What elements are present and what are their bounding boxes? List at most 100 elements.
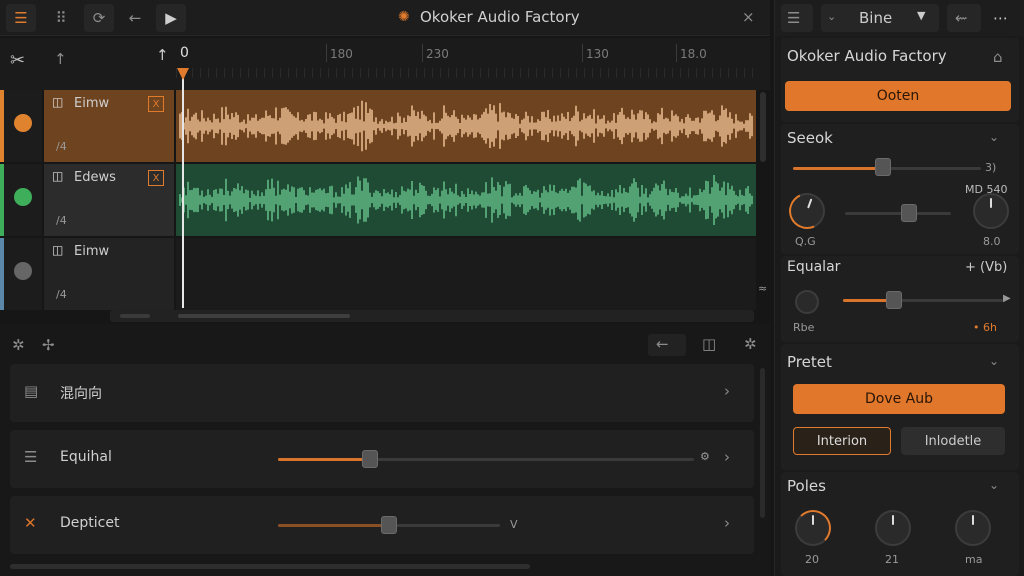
play-icon[interactable]: ▶ [156,4,186,32]
track-header[interactable]: ◫ Eimw X /4 [44,90,174,162]
seeok-slider2-track[interactable] [845,212,951,215]
track-lane[interactable] [176,164,756,236]
ruler-tick-label: 130 [586,47,609,61]
chevron-down-icon: ⌄ [827,10,837,23]
waveform-track-2 [179,175,753,225]
track-meter: /4 [56,288,67,301]
list-icon: ☰ [24,448,38,466]
poles-knob-1[interactable] [795,510,831,546]
ruler-tick-label: 180 [330,47,353,61]
seeok-right-knob-label: 8.0 [983,235,1001,248]
inspector-panel: ☰ ⌄ Bine ▼ ⇜ ⋯ Okoker Audio Factory ⌂ Oo… [774,0,1024,576]
mixer-row-label: Depticet [60,515,120,531]
equalizer-knob[interactable] [795,290,819,314]
track-lane[interactable] [176,90,756,162]
preset-select[interactable]: ⌄ Bine ▼ [821,4,939,32]
list-menu-icon[interactable]: ☰ [787,9,800,27]
track-meter: /4 [56,140,67,153]
chevron-down-icon[interactable]: ⌄ [989,130,999,144]
hamburger-menu-icon[interactable]: ☰ [6,4,36,32]
section-title: Seeok [787,129,833,147]
mixer-row[interactable]: ▤ 混向向 › [10,364,754,422]
inspector-title: Okoker Audio Factory [787,47,947,65]
gear-icon[interactable]: ✲ [744,335,757,353]
mixer-row[interactable]: ✕ Depticet V › [10,496,754,554]
chevron-down-icon[interactable]: ⌄ [989,478,999,492]
mixer-row[interactable]: ☰ Equihal ⚙ › [10,430,754,488]
playhead-up-icon: ↑ [156,46,169,64]
poles-knob-3-value: ma [965,553,983,566]
more-icon[interactable]: ⋯ [993,9,1008,27]
poles-knob-2[interactable] [875,510,911,546]
track-color-knob[interactable] [14,188,32,206]
section-title: Equalar [787,259,841,275]
seeok-end-label: 3) [985,161,997,174]
bottom-horizontal-scrollbar[interactable] [10,564,530,569]
timeline-ruler[interactable]: ✂ ↑ ↑ 0 180 230 130 18.0 [0,38,770,90]
layers-icon: ▤ [24,382,39,400]
equalizer-end-label: • 6h [973,321,997,334]
track-color-knob[interactable] [14,262,32,280]
waveform-track-1 [179,100,753,152]
chevron-down-icon[interactable]: ⌄ [989,354,999,368]
track-type-icon: ◫ [52,95,64,109]
track-type-icon: ◫ [52,243,64,257]
play-small-icon[interactable]: ▶ [1003,293,1011,304]
back-arrow-icon[interactable]: ← [120,4,150,32]
chevron-right-icon[interactable]: › [724,382,730,400]
mixer-slider-thumb[interactable] [381,516,397,534]
preset-main-button[interactable]: Dove Aub [793,384,1005,414]
app-logo-icon: ✺ [398,9,410,25]
equalizer-right-label: + (Vb) [965,260,1008,275]
mixer-row-label: Equihal [60,449,112,465]
track-header[interactable]: ◫ Edews X /4 [44,164,174,236]
ruler-scale[interactable]: 0 180 230 130 18.0 [176,38,756,90]
section-title: Pretet [787,353,832,371]
track-close-badge[interactable]: X [148,170,164,186]
home-icon[interactable]: ⌂ [993,48,1003,66]
waveform-path [179,100,753,152]
seeok-slider2-thumb[interactable] [900,204,917,222]
scissors-icon[interactable]: ✂ [10,50,25,71]
window-icon[interactable]: ◫ [702,335,716,353]
preset-option-b-button[interactable]: Inlodetle [901,427,1005,455]
settings-gear-icon[interactable]: ✲ [12,336,25,354]
equalizer-slider-thumb[interactable] [886,291,903,309]
row-end-glyph: V [510,518,518,531]
node-icon[interactable]: ✢ [42,336,55,354]
caret-down-icon: ▼ [917,9,926,22]
app-title: Okoker Audio Factory [420,8,580,26]
primary-action-button[interactable]: Ooten [785,81,1011,111]
mixer-slider-thumb[interactable] [361,450,378,468]
bottom-vertical-scrollbar[interactable] [760,368,765,518]
chevron-right-icon[interactable]: › [724,448,730,466]
seeok-slider-thumb[interactable] [875,158,892,176]
swap-arrow-icon[interactable]: ⇜ [955,9,968,27]
seeok-right-knob[interactable] [973,193,1009,229]
tracks-horizontal-scrollbar[interactable] [178,314,350,318]
preset-select-value: Bine [859,9,893,27]
track-name: Edews [74,170,116,185]
poles-knob-2-value: 21 [885,553,899,566]
preset-option-a-button[interactable]: Interion [793,427,891,455]
track-color-knob[interactable] [14,114,32,132]
mixer-slider-fill [278,524,389,527]
left-arrow-icon[interactable]: ← [656,335,669,353]
track-type-icon: ◫ [52,169,64,183]
track-close-badge[interactable]: X [148,96,164,112]
mixer-slider-fill [278,458,370,461]
close-icon[interactable]: × [742,8,755,26]
chevron-right-icon[interactable]: › [724,514,730,532]
track-meter: /4 [56,214,67,227]
poles-knob-3[interactable] [955,510,991,546]
playhead-line[interactable] [182,68,184,308]
grid-icon[interactable]: ⠿ [46,4,76,32]
track-header[interactable]: ◫ Eimw /4 [44,238,174,310]
ruler-tick-label: 18.0 [680,47,707,61]
up-arrow-icon[interactable]: ↑ [54,50,67,68]
track-lane-empty[interactable] [176,238,756,310]
tracks-vertical-scrollbar[interactable] [760,92,766,162]
loop-icon[interactable]: ⟳ [84,4,114,32]
row-end-glyph: ⚙ [700,450,710,463]
tracks-horizontal-scroll-area[interactable] [110,310,754,322]
